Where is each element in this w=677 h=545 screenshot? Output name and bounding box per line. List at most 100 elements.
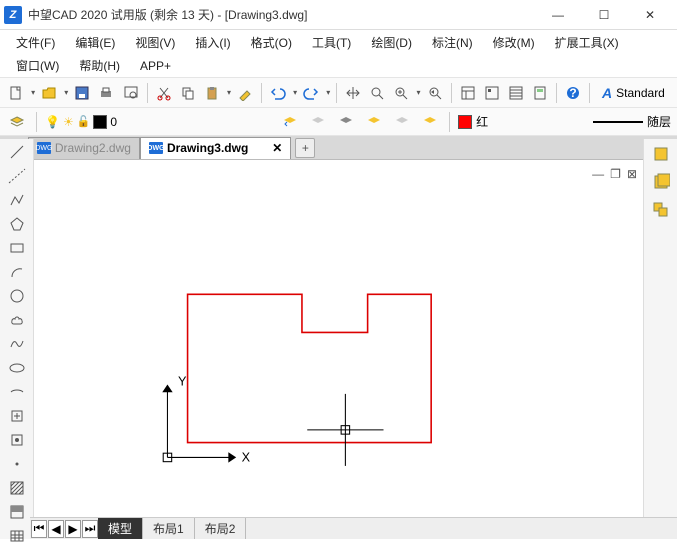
ucs-icon [163, 385, 235, 461]
right-toolbar [643, 139, 677, 517]
properties-button[interactable] [458, 82, 478, 104]
document-tabs: ▼ DWG Drawing2.dwg DWG Drawing3.dwg ✕ + … [0, 136, 677, 160]
line-tool[interactable] [6, 143, 28, 161]
table-tool[interactable] [6, 527, 28, 545]
file-tab-close[interactable]: ✕ [272, 141, 282, 155]
make-block-tool[interactable] [6, 431, 28, 449]
layer-tool3-button[interactable] [419, 111, 441, 133]
zoom-window-button[interactable] [391, 82, 411, 104]
drawing-object[interactable] [188, 294, 432, 442]
layout-tab-1[interactable]: 布局1 [143, 518, 195, 539]
layer-tool-button[interactable] [363, 111, 385, 133]
point-tool[interactable] [6, 455, 28, 473]
paste-dropdown[interactable]: ▾ [227, 88, 231, 97]
svg-text:?: ? [569, 86, 576, 100]
layer-off-button[interactable] [335, 111, 357, 133]
maximize-button[interactable]: ☐ [581, 0, 627, 30]
menu-view[interactable]: 视图(V) [125, 32, 185, 53]
menu-help[interactable]: 帮助(H) [69, 55, 130, 76]
menu-insert[interactable]: 插入(I) [185, 32, 240, 53]
cut-button[interactable] [154, 82, 174, 104]
tab-nav-prev[interactable]: ◀ [48, 520, 64, 538]
file-tab-drawing3[interactable]: DWG Drawing3.dwg ✕ [140, 137, 291, 159]
palette-tool-3[interactable] [650, 199, 672, 221]
rectangle-tool[interactable] [6, 239, 28, 257]
polyline-tool[interactable] [6, 191, 28, 209]
menu-window[interactable]: 窗口(W) [6, 55, 69, 76]
zoom-dropdown[interactable]: ▾ [417, 88, 421, 97]
new-tab-button[interactable]: + [295, 138, 315, 158]
crosshair-cursor [307, 394, 383, 466]
tab-nav-last[interactable]: ⏭ [82, 520, 98, 538]
arc-tool[interactable] [6, 263, 28, 281]
separator [451, 83, 452, 103]
open-dropdown[interactable]: ▾ [64, 88, 68, 97]
spline-tool[interactable] [6, 335, 28, 353]
file-tab-drawing2[interactable]: DWG Drawing2.dwg [28, 137, 140, 159]
redo-button[interactable] [301, 82, 321, 104]
circle-tool[interactable] [6, 287, 28, 305]
layer-iso-button[interactable] [307, 111, 329, 133]
textstyle-control[interactable]: A Standard [596, 85, 671, 101]
menu-modify[interactable]: 修改(M) [483, 32, 545, 53]
color-control[interactable]: 红 [458, 113, 488, 130]
layer-state-icons[interactable]: 💡 ☀ 🔓 0 [45, 115, 117, 129]
menu-dimension[interactable]: 标注(N) [422, 32, 483, 53]
hatch-tool[interactable] [6, 479, 28, 497]
file-tab-label: Drawing2.dwg [55, 141, 131, 155]
menu-file[interactable]: 文件(F) [6, 32, 65, 53]
tab-nav-next[interactable]: ▶ [65, 520, 81, 538]
layer-tool2-button[interactable] [391, 111, 413, 133]
layout-tab-model[interactable]: 模型 [98, 518, 143, 539]
undo-dropdown[interactable]: ▾ [293, 88, 297, 97]
help-button[interactable]: ? [563, 82, 583, 104]
ellipse-arc-tool[interactable] [6, 383, 28, 401]
design-center-button[interactable] [482, 82, 502, 104]
revcloud-tool[interactable] [6, 311, 28, 329]
menu-format[interactable]: 格式(O) [241, 32, 302, 53]
menu-edit[interactable]: 编辑(E) [65, 32, 125, 53]
palette-tool-1[interactable] [650, 143, 672, 165]
drawing-area[interactable]: — ❐ ⊠ X Y [34, 163, 643, 517]
gradient-tool[interactable] [6, 503, 28, 521]
tool-palette-button[interactable] [506, 82, 526, 104]
layer-manager-button[interactable] [6, 111, 28, 133]
menu-app[interactable]: APP+ [130, 57, 181, 75]
menu-extend[interactable]: 扩展工具(X) [545, 32, 629, 53]
redo-dropdown[interactable]: ▾ [326, 88, 330, 97]
undo-button[interactable] [268, 82, 288, 104]
layout-tabs: ⏮ ◀ ▶ ⏭ 模型 布局1 布局2 [30, 517, 677, 539]
close-button[interactable]: ✕ [627, 0, 673, 30]
layer-on-icon: 💡 [45, 115, 60, 129]
separator [147, 83, 148, 103]
zoom-realtime-button[interactable] [367, 82, 387, 104]
menu-draw[interactable]: 绘图(D) [361, 32, 422, 53]
minimize-button[interactable]: — [535, 0, 581, 30]
copy-button[interactable] [178, 82, 198, 104]
zoom-previous-button[interactable] [425, 82, 445, 104]
palette-tool-2[interactable] [650, 171, 672, 193]
canvas[interactable]: X Y [34, 163, 643, 539]
paste-button[interactable] [202, 82, 222, 104]
print-button[interactable] [96, 82, 116, 104]
save-button[interactable] [72, 82, 92, 104]
menu-bar-2: 窗口(W) 帮助(H) APP+ [0, 54, 677, 78]
ellipse-tool[interactable] [6, 359, 28, 377]
linetype-control[interactable]: 随层 [589, 113, 671, 130]
calc-button[interactable] [530, 82, 550, 104]
layout-tab-2[interactable]: 布局2 [195, 518, 247, 539]
pan-button[interactable] [343, 82, 363, 104]
menu-tools[interactable]: 工具(T) [302, 32, 361, 53]
tab-nav-first[interactable]: ⏮ [31, 520, 47, 538]
draw-toolbar [0, 139, 34, 539]
polygon-tool[interactable] [6, 215, 28, 233]
insert-block-tool[interactable] [6, 407, 28, 425]
new-button[interactable] [6, 82, 26, 104]
layer-previous-button[interactable] [279, 111, 301, 133]
new-dropdown[interactable]: ▾ [31, 88, 35, 97]
matchprop-button[interactable] [235, 82, 255, 104]
open-button[interactable] [39, 82, 59, 104]
print-preview-button[interactable] [121, 82, 141, 104]
textstyle-value: Standard [616, 86, 665, 100]
xline-tool[interactable] [6, 167, 28, 185]
